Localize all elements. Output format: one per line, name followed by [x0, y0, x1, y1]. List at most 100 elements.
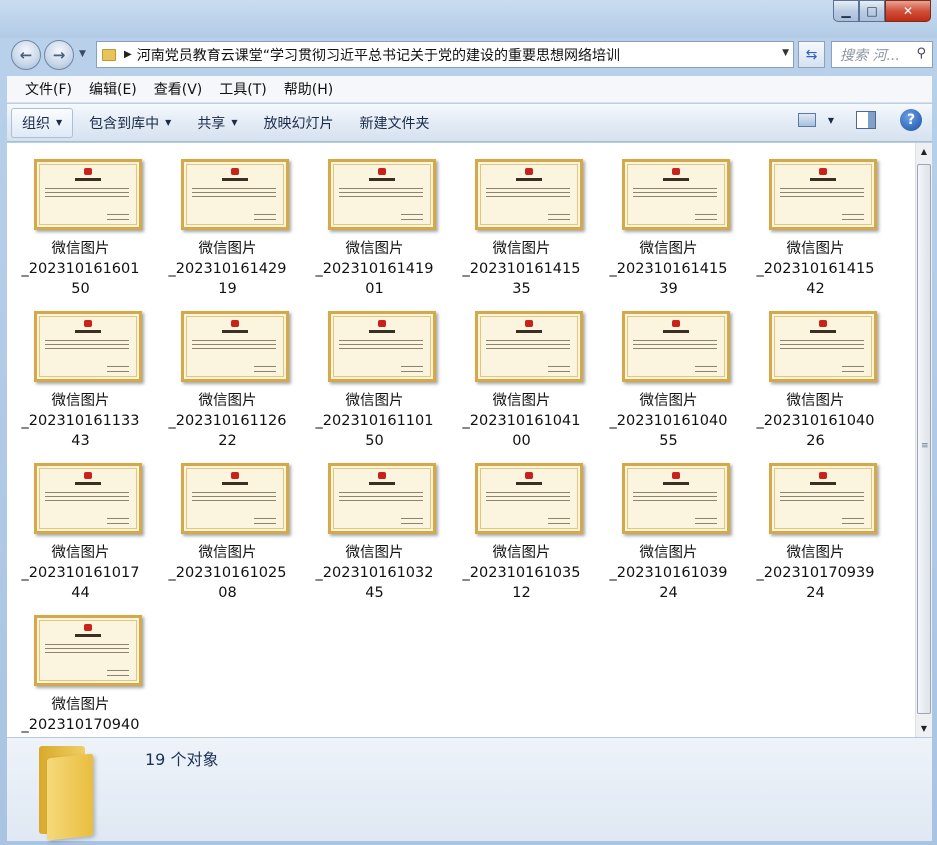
- file-name: 微信图片 _202310161041 00: [448, 391, 595, 451]
- new-folder-button[interactable]: 新建文件夹: [349, 108, 439, 138]
- image-thumbnail: [181, 159, 289, 230]
- organize-button[interactable]: 组织 ▼: [11, 107, 74, 138]
- file-item[interactable]: 微信图片 _202310161039 24: [595, 447, 742, 601]
- help-icon[interactable]: ?: [900, 109, 922, 131]
- minimize-button[interactable]: ▁: [833, 0, 859, 22]
- address-bar[interactable]: ▶ 河南党员教育云课堂“学习贯彻习近平总书记关于党的建设的重要思想网络培训 ▼: [96, 41, 794, 68]
- file-item[interactable]: 微信图片 _202310161041 00: [448, 295, 595, 449]
- folder-icon: [102, 48, 116, 61]
- share-button[interactable]: 共享 ▼: [187, 108, 247, 138]
- search-input[interactable]: 搜索 河... ⚲: [831, 41, 933, 68]
- image-thumbnail: [475, 159, 583, 230]
- file-name-line1: 微信图片: [51, 241, 110, 257]
- file-name: 微信图片 _202310161040 26: [742, 391, 889, 451]
- file-item[interactable]: 微信图片 _202310161040 55: [595, 295, 742, 449]
- include-in-library-button[interactable]: 包含到库中 ▼: [79, 108, 181, 138]
- menu-edit[interactable]: 编辑(E): [89, 79, 137, 99]
- file-item[interactable]: 微信图片 _202310161040 26: [742, 295, 889, 449]
- breadcrumb-chevron-icon[interactable]: ▶: [124, 49, 132, 60]
- file-item[interactable]: 微信图片 _202310161035 12: [448, 447, 595, 601]
- image-thumbnail: [181, 311, 289, 382]
- file-name: 微信图片 _202310161415 42: [742, 239, 889, 299]
- image-thumbnail: [181, 463, 289, 534]
- file-name-line1: 微信图片: [51, 545, 110, 561]
- scroll-down-arrow-icon[interactable]: ▼: [916, 720, 932, 737]
- file-name-line2: _202310161429: [168, 261, 287, 277]
- file-item[interactable]: 微信图片 _202310170940: [7, 599, 154, 749]
- folder-icon: [37, 746, 97, 841]
- file-item[interactable]: 微信图片 _202310161601 50: [7, 143, 154, 297]
- forward-button[interactable]: →: [44, 40, 74, 70]
- file-name-line2: _202310161126: [168, 413, 287, 429]
- view-options-dropdown[interactable]: ▼: [828, 116, 834, 125]
- file-item[interactable]: 微信图片 _202310161032 45: [301, 447, 448, 601]
- breadcrumb-folder[interactable]: 河南党员教育云课堂“学习贯彻习近平总书记关于党的建设的重要思想网络培训: [137, 45, 620, 65]
- file-name-line2: _202310170940: [21, 717, 140, 733]
- change-view-icon[interactable]: [797, 113, 816, 127]
- address-dropdown[interactable]: ▼: [782, 48, 789, 58]
- scroll-up-arrow-icon[interactable]: ▲: [916, 143, 932, 160]
- maximize-button[interactable]: □: [859, 0, 885, 22]
- back-button[interactable]: ←: [11, 40, 41, 70]
- file-item[interactable]: 微信图片 _202310161017 44: [7, 447, 154, 601]
- file-item[interactable]: 微信图片 _202310161101 50: [301, 295, 448, 449]
- file-name-line1: 微信图片: [345, 241, 404, 257]
- file-name-line1: 微信图片: [639, 393, 698, 409]
- organize-label: 组织: [22, 115, 50, 132]
- image-thumbnail: [475, 311, 583, 382]
- file-name-line1: 微信图片: [639, 545, 698, 561]
- file-name: 微信图片 _202310161415 39: [595, 239, 742, 299]
- image-thumbnail: [622, 463, 730, 534]
- image-thumbnail: [34, 463, 142, 534]
- close-button[interactable]: ✕: [885, 0, 931, 22]
- file-list-pane[interactable]: 微信图片 _202310161601 50 微信图片 _202310161429 19 微信…: [7, 143, 915, 737]
- image-thumbnail: [34, 159, 142, 230]
- file-item[interactable]: 微信图片 _202310161429 19: [154, 143, 301, 297]
- details-pane: 19 个对象: [7, 737, 932, 841]
- back-arrow-icon: ←: [19, 46, 33, 64]
- vertical-scrollbar[interactable]: ▲ ≡ ▼: [915, 143, 932, 737]
- file-name-line2: _202310161039: [609, 565, 728, 581]
- file-name: 微信图片 _202310170939 24: [742, 543, 889, 603]
- file-item[interactable]: 微信图片 _202310161415 42: [742, 143, 889, 297]
- file-name-line1: 微信图片: [492, 545, 551, 561]
- file-name: 微信图片 _202310161601 50: [7, 239, 154, 299]
- preview-pane-icon[interactable]: [856, 111, 876, 129]
- file-item[interactable]: 微信图片 _202310161133 43: [7, 295, 154, 449]
- slideshow-button[interactable]: 放映幻灯片: [253, 108, 343, 138]
- file-name-line2: _202310161601: [21, 261, 140, 277]
- chevron-down-icon: ▼: [56, 118, 63, 127]
- file-name-line2: _202310170939: [756, 565, 875, 581]
- file-item[interactable]: 微信图片 _202310161415 35: [448, 143, 595, 297]
- toolbar-right-group: ▼ ?: [797, 109, 922, 131]
- file-name-line2: _202310161419: [315, 261, 434, 277]
- file-item[interactable]: 微信图片 _202310161025 08: [154, 447, 301, 601]
- file-name-line1: 微信图片: [786, 393, 845, 409]
- file-name: 微信图片 _202310161017 44: [7, 543, 154, 603]
- file-name: 微信图片 _202310161035 12: [448, 543, 595, 603]
- file-name-line2: _202310161032: [315, 565, 434, 581]
- file-name: 微信图片 _202310161032 45: [301, 543, 448, 603]
- share-label: 共享: [197, 115, 226, 132]
- refresh-button[interactable]: ⇆: [798, 41, 825, 68]
- menu-help[interactable]: 帮助(H): [284, 79, 333, 99]
- file-name: 微信图片 _202310170940: [7, 695, 154, 735]
- command-bar: 组织 ▼ 包含到库中 ▼ 共享 ▼ 放映幻灯片 新建文件夹 ▼ ?: [7, 104, 932, 142]
- search-icon[interactable]: ⚲: [916, 46, 926, 61]
- menu-view[interactable]: 查看(V): [154, 79, 203, 99]
- scrollbar-thumb[interactable]: ≡: [917, 164, 931, 714]
- image-thumbnail: [622, 159, 730, 230]
- file-item[interactable]: 微信图片 _202310170939 24: [742, 447, 889, 601]
- file-name: 微信图片 _202310161101 50: [301, 391, 448, 451]
- menu-file[interactable]: 文件(F): [25, 79, 72, 99]
- file-name-line2: _202310161415: [756, 261, 875, 277]
- recent-pages-dropdown[interactable]: ▼: [79, 49, 86, 59]
- menu-tools[interactable]: 工具(T): [219, 79, 266, 99]
- file-item[interactable]: 微信图片 _202310161415 39: [595, 143, 742, 297]
- image-thumbnail: [769, 311, 877, 382]
- grip-icon: ≡: [921, 441, 929, 451]
- file-item[interactable]: 微信图片 _202310161126 22: [154, 295, 301, 449]
- file-item[interactable]: 微信图片 _202310161419 01: [301, 143, 448, 297]
- file-name-line1: 微信图片: [198, 545, 257, 561]
- file-name-line2: _202310161040: [609, 413, 728, 429]
